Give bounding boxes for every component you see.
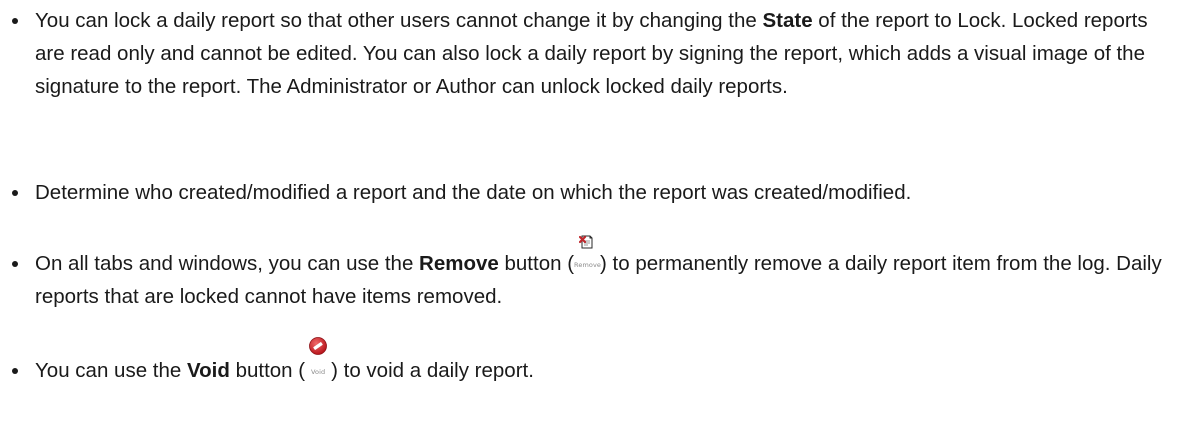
void-icon: Void [305,337,331,377]
bullet-lock-report: You can lock a daily report so that othe… [12,4,1177,103]
bullet-text: Determine who created/modified a report … [35,181,912,204]
text-segment: You can lock a daily report so that othe… [35,9,763,32]
void-glyph [309,337,328,355]
text-segment: button ( [229,359,306,382]
document-body: You can lock a daily report so that othe… [0,0,1179,434]
term-void: Void [186,359,230,382]
text-segment: You can use the [35,359,187,382]
void-icon-caption: Void [310,368,326,376]
remove-glyph [579,235,593,249]
bullet-created-modified: Determine who created/modified a report … [12,176,1177,209]
bullet-remove-item: On all tabs and windows, you can use the… [12,235,1177,313]
remove-icon: Remove [574,235,602,270]
term-remove: Remove [419,252,499,275]
text-segment: button ( [498,252,575,275]
text-segment: On all tabs and windows, you can use the [35,252,420,275]
bullet-text: You can lock a daily report so that othe… [35,4,1177,103]
bullet-void-report: You can use the Void button (Void) to vo… [12,337,1177,387]
bullet-text: You can use the Void button (Void) to vo… [35,337,1177,387]
term-state: State [762,9,813,32]
text-segment: ) to void a daily report. [331,359,534,382]
remove-icon-caption: Remove [574,261,602,269]
bullet-text: On all tabs and windows, you can use the… [35,235,1177,313]
